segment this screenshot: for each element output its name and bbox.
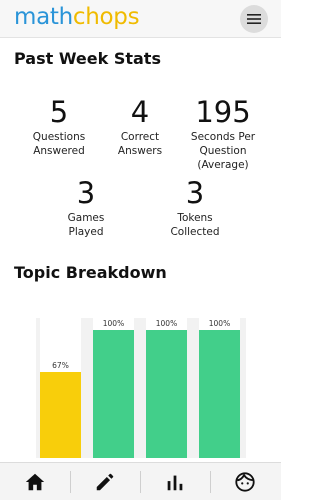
stat-label: Seconds Per Question (Average) [190,131,256,171]
topic-bar[interactable] [93,330,134,458]
bottom-tab-bar [0,462,281,500]
stat-label: Games Played [67,212,105,238]
topic-bar[interactable] [199,330,240,458]
topic-breakdown-title: Topic Breakdown [14,263,167,282]
topic-bar[interactable] [146,330,187,458]
bar-chart-icon [167,475,183,491]
tab-home[interactable] [0,463,70,500]
face-icon [235,472,255,492]
stat-games-played: 3 Games Played [38,178,134,239]
tab-stats[interactable] [140,463,210,500]
menu-button[interactable] [240,5,268,33]
topic-breakdown-chart: 67% 100% 100% 100% [36,316,246,458]
stat-value: 195 [195,95,251,129]
tab-profile[interactable] [210,463,280,500]
stat-label: Correct Answers [117,131,163,157]
past-week-stats-title: Past Week Stats [14,49,161,68]
bar-value-label: 67% [52,361,69,371]
topic-bar[interactable] [40,372,81,458]
stat-label: Tokens Collected [170,212,220,238]
logo-math-text: math [14,4,73,30]
logo-chops-text: chops [72,4,140,30]
stat-tokens-collected: 3 Tokens Collected [147,178,243,239]
stat-value: 3 [185,176,205,210]
hamburger-icon [247,14,261,24]
pencil-icon [96,473,114,491]
stat-value: 3 [76,176,96,210]
stat-value: 4 [130,95,150,129]
stat-correct-answers: 4 Correct Answers [92,97,188,158]
home-icon [25,473,45,491]
stat-seconds-per-question: 195 Seconds Per Question (Average) [175,97,271,172]
bar-value-label: 100% [208,319,231,328]
bar-value-label: 100% [102,319,125,328]
app-header: mathchops [0,0,281,38]
tab-practice[interactable] [70,463,140,500]
bar-value-label: 100% [155,319,178,328]
mathchops-logo[interactable]: mathchops [14,3,140,31]
